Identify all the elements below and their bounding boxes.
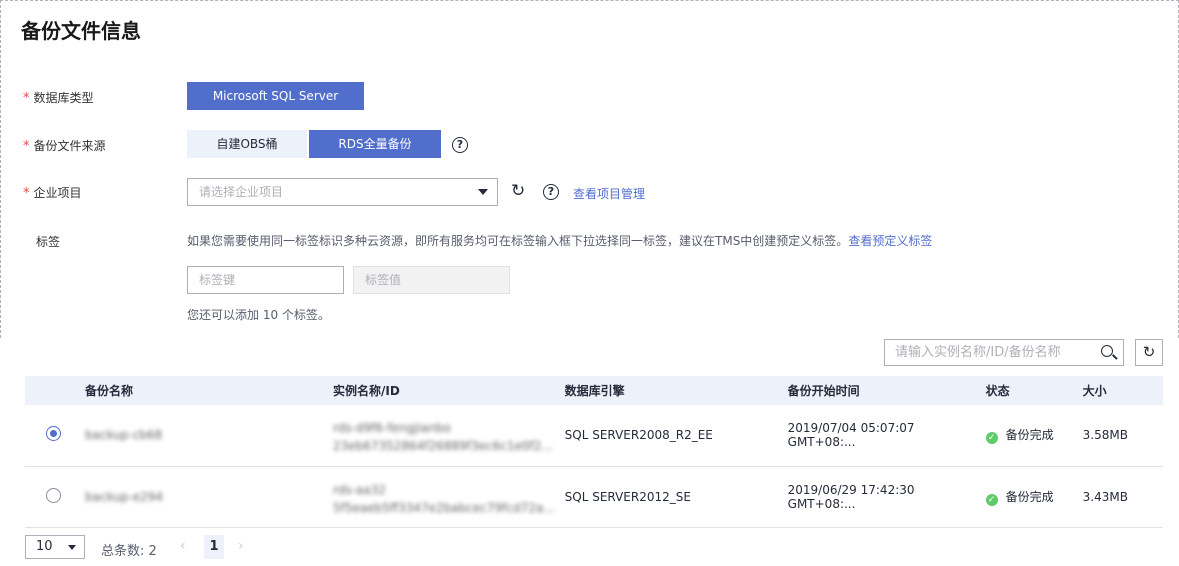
instance-id: 23eb67352864f26889f3ec6c1e0f2...: [333, 439, 553, 454]
source-label: * 备份文件来源: [23, 137, 106, 154]
required-mark: *: [23, 186, 30, 201]
start-time-cell: 2019/07/04 05:07:07 GMT+08:...: [777, 405, 976, 467]
tag-value-input[interactable]: 标签值: [353, 266, 510, 294]
backup-info-card: 备份文件信息 * 数据库类型 Microsoft SQL Server * 备份文件…: [0, 0, 1179, 338]
refresh-icon: ↻: [1142, 343, 1156, 361]
radio-button[interactable]: [46, 487, 61, 503]
predefined-tags-link[interactable]: 查看预定义标签: [848, 234, 932, 248]
next-page-icon[interactable]: ›: [238, 538, 244, 554]
table-row[interactable]: backup-cb68 rds-d9f6-fengjianbo 23eb67352…: [25, 405, 1163, 467]
header-start: 备份开始时间: [777, 376, 976, 405]
header-engine: 数据库引擎: [554, 376, 778, 405]
backup-name-text: backup-cb68: [85, 428, 163, 443]
view-project-link[interactable]: 查看项目管理: [573, 185, 645, 202]
instance-id: 5f5eaeb5ff3347e2babcec79fcd72a...: [333, 500, 555, 515]
enterprise-placeholder: 请选择企业项目: [199, 185, 284, 199]
search-placeholder: 请输入实例名称/ID/备份名称: [895, 345, 1061, 360]
db-type-label: * 数据库类型: [23, 89, 94, 106]
page-title: 备份文件信息: [21, 19, 141, 43]
instance-cell: rds-aa32 5f5eaeb5ff3347e2babcec79fcd72a..…: [323, 466, 555, 528]
help-icon[interactable]: ?: [543, 184, 559, 200]
tags-hint: 如果您需要使用同一标签标识多种云资源，即所有服务均可在标签输入框下拉选择同一标签…: [187, 232, 932, 249]
status-cell: ✓ 备份完成: [975, 466, 1073, 528]
page-size-value: 10: [36, 539, 53, 554]
check-circle-icon: ✓: [985, 432, 998, 445]
db-type-button[interactable]: Microsoft SQL Server: [187, 82, 364, 110]
search-input[interactable]: 请输入实例名称/ID/备份名称: [884, 339, 1124, 366]
required-mark: *: [23, 139, 30, 154]
instance-cell: rds-d9f6-fengjianbo 23eb67352864f26889f3e…: [323, 405, 555, 467]
header-size: 大小: [1072, 376, 1163, 405]
prev-page-icon[interactable]: ‹: [180, 538, 186, 554]
header-select: [25, 376, 75, 405]
help-icon[interactable]: ?: [452, 137, 468, 153]
header-status: 状态: [975, 376, 1073, 405]
tags-hint-text: 如果您需要使用同一标签标识多种云资源，即所有服务均可在标签输入框下拉选择同一标签…: [187, 234, 849, 248]
row-select[interactable]: [25, 405, 75, 467]
page-size-select[interactable]: 10: [25, 535, 85, 559]
row-select[interactable]: [25, 466, 75, 528]
status-text: 备份完成: [1005, 489, 1054, 504]
chevron-down-icon: [478, 189, 488, 195]
radio-button[interactable]: [46, 426, 61, 442]
status-text: 备份完成: [1005, 428, 1054, 443]
enterprise-select[interactable]: 请选择企业项目: [187, 178, 498, 206]
table-refresh-button[interactable]: ↻: [1135, 339, 1163, 366]
size-cell: 3.58MB: [1072, 405, 1163, 467]
size-cell: 3.43MB: [1072, 466, 1163, 528]
backup-name: backup-e294: [75, 466, 323, 528]
start-time-cell: 2019/06/29 17:42:30 GMT+08:...: [777, 466, 976, 528]
tag-count-text: 您还可以添加 10 个标签。: [187, 308, 330, 322]
chevron-down-icon: [68, 545, 76, 550]
refresh-icon[interactable]: ↻: [511, 182, 525, 200]
backup-name: backup-cb68: [75, 405, 323, 467]
engine-cell: SQL SERVER2012_SE: [554, 466, 778, 528]
check-circle-icon: ✓: [985, 493, 998, 506]
table-row[interactable]: backup-e294 rds-aa32 5f5eaeb5ff3347e2babc…: [25, 466, 1163, 528]
source-rds-button[interactable]: RDS全量备份: [309, 130, 441, 158]
enterprise-label-text: 企业项目: [33, 186, 82, 200]
db-type-label-text: 数据库类型: [33, 91, 94, 105]
instance-name: rds-d9f6-fengjianbo: [333, 421, 451, 436]
header-name: 备份名称: [75, 376, 323, 405]
backup-table: 备份名称 实例名称/ID 数据库引擎 备份开始时间 状态 大小 backup-c…: [25, 376, 1163, 528]
instance-name: rds-aa32: [333, 482, 386, 497]
status-cell: ✓ 备份完成: [975, 405, 1073, 467]
required-mark: *: [23, 91, 30, 106]
total-count: 总条数: 2: [101, 544, 157, 559]
source-obs-button[interactable]: 自建OBS桶: [187, 130, 307, 158]
tags-label: 标签: [36, 235, 61, 249]
page-number-current[interactable]: 1: [204, 535, 224, 559]
backup-name-text: backup-e294: [85, 489, 163, 504]
table-header: 备份名称 实例名称/ID 数据库引擎 备份开始时间 状态 大小: [25, 376, 1163, 405]
tag-key-input[interactable]: 标签键: [187, 266, 344, 294]
engine-cell: SQL SERVER2008_R2_EE: [554, 405, 778, 467]
source-label-text: 备份文件来源: [33, 139, 106, 153]
header-instance: 实例名称/ID: [323, 376, 555, 405]
enterprise-label: * 企业项目: [23, 184, 82, 201]
search-icon[interactable]: [1101, 345, 1113, 357]
